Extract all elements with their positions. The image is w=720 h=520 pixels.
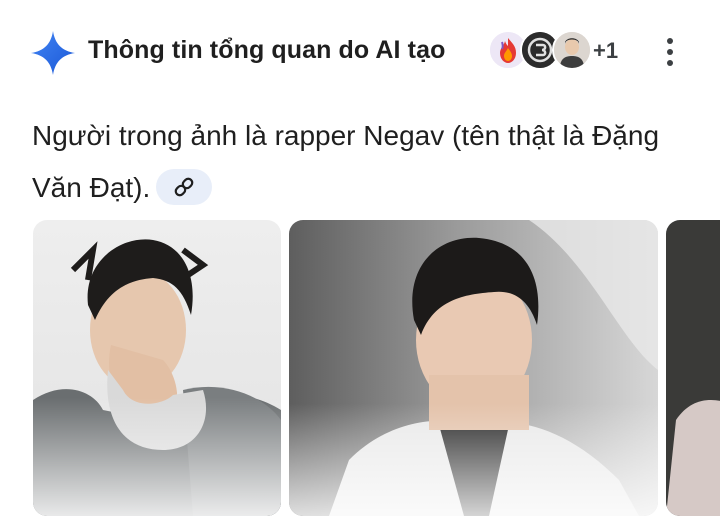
more-vert-icon[interactable] bbox=[658, 36, 682, 68]
ai-sparkle-icon bbox=[31, 31, 75, 75]
sources-avatars[interactable]: +1 bbox=[488, 30, 638, 76]
ai-answer: Người trong ảnh là rapper Negav (tên thậ… bbox=[32, 110, 692, 214]
image-result-3[interactable] bbox=[666, 220, 720, 516]
ai-overview-title: Thông tin tổng quan do AI tạo bbox=[88, 36, 446, 64]
portrait-photo bbox=[33, 220, 281, 516]
image-result-1[interactable] bbox=[33, 220, 281, 516]
image-results bbox=[0, 220, 720, 520]
portrait-photo bbox=[289, 220, 658, 516]
person-avatar-icon bbox=[554, 32, 590, 68]
source-avatar-3 bbox=[552, 30, 592, 70]
portrait-photo bbox=[666, 220, 720, 516]
more-sources-count: +1 bbox=[593, 38, 619, 63]
answer-text: Người trong ảnh là rapper Negav (tên thậ… bbox=[32, 120, 660, 203]
source-link-button[interactable] bbox=[156, 168, 213, 205]
link-icon bbox=[174, 177, 194, 196]
ai-overview-header: Thông tin tổng quan do AI tạo +1 bbox=[0, 0, 720, 104]
image-result-2[interactable] bbox=[289, 220, 658, 516]
